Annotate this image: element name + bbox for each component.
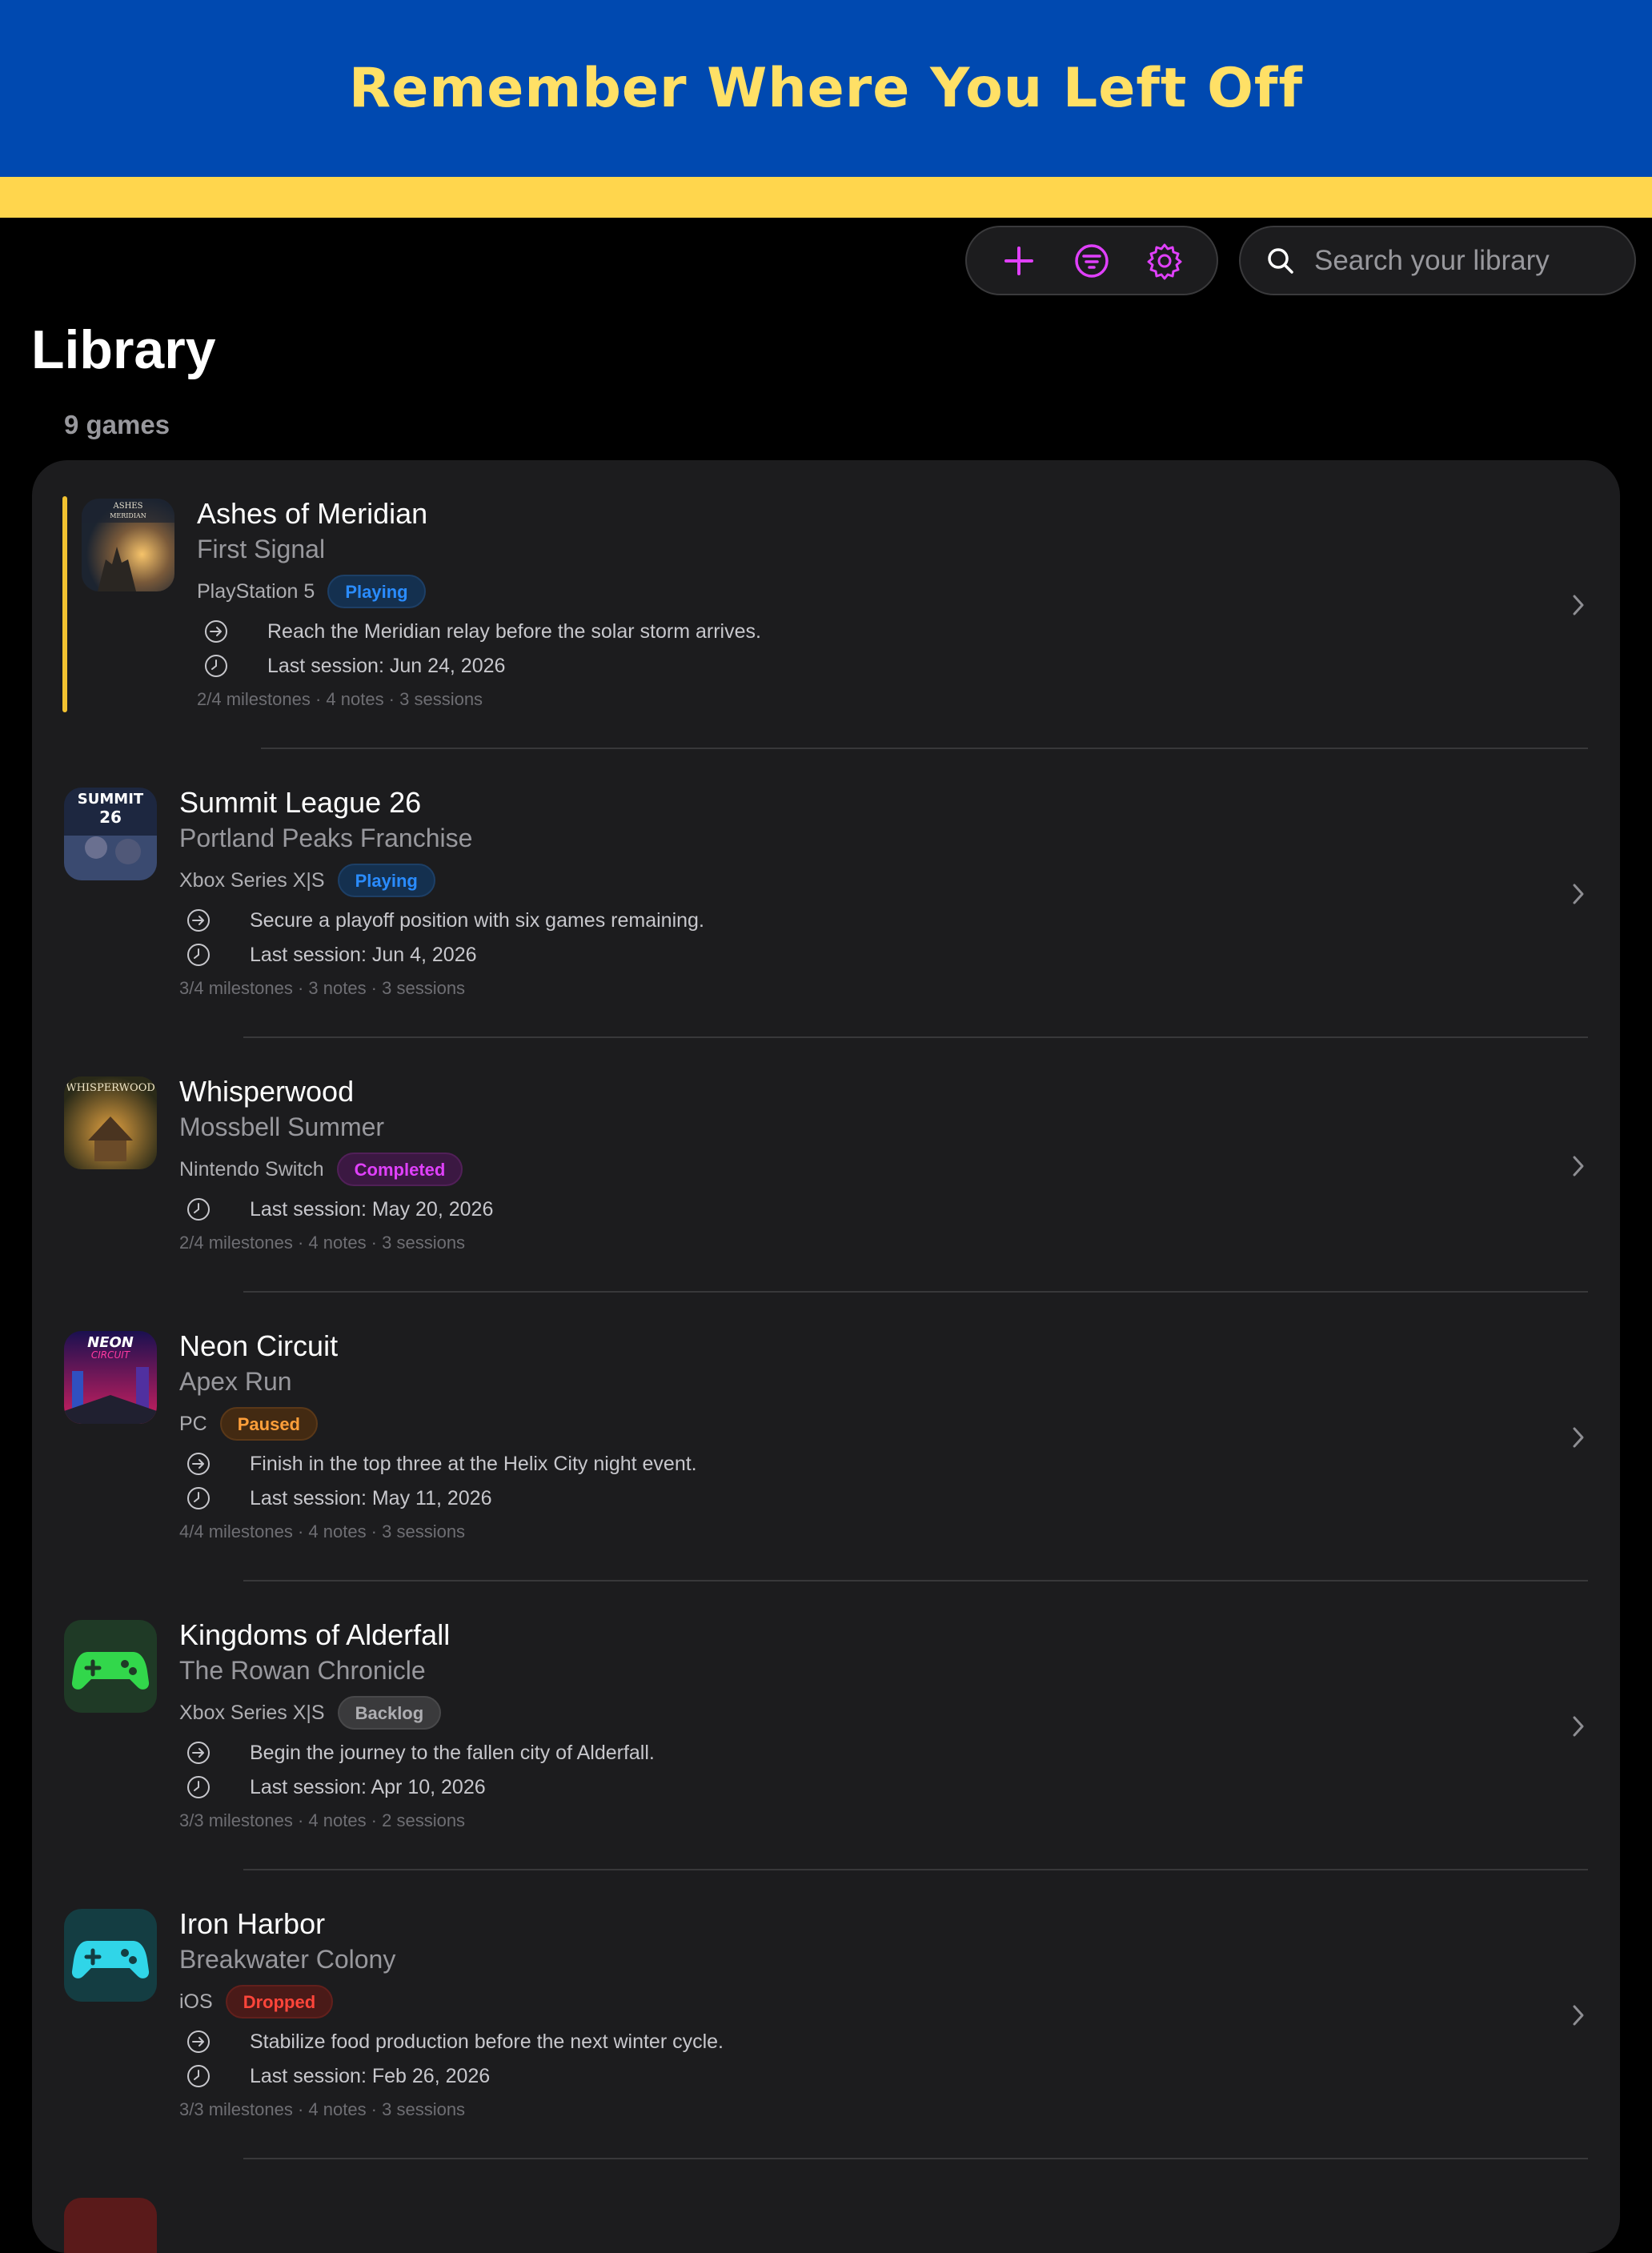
- svg-text:26: 26: [99, 808, 122, 827]
- status-badge: Paused: [219, 1407, 318, 1441]
- game-list: ASHES MERIDIAN Ashes of Meridian First Si…: [32, 460, 1620, 2253]
- settings-button[interactable]: [1137, 233, 1193, 289]
- search-bar[interactable]: [1239, 226, 1636, 295]
- current-game-indicator: [62, 496, 67, 712]
- progress-stats: 4/4 milestones · 4 notes · 3 sessions: [179, 1521, 466, 1541]
- game-subtitle: First Signal: [197, 535, 326, 563]
- svg-text:NEON: NEON: [87, 1334, 134, 1351]
- objective-arrow-icon: [187, 1742, 210, 1764]
- platform-label: iOS: [179, 1990, 213, 2013]
- status-badge: Completed: [336, 1153, 463, 1186]
- progress-stats: 3/3 milestones · 4 notes · 2 sessions: [179, 1810, 466, 1830]
- progress-stats: 2/4 milestones · 4 notes · 3 sessions: [197, 689, 483, 709]
- game-cover: [64, 1620, 157, 1713]
- promo-banner: Remember Where You Left Off: [0, 0, 1652, 177]
- status-badge: Playing: [337, 864, 435, 897]
- chevron-right-icon: [1573, 2005, 1584, 2026]
- current-objective: Finish in the top three at the Helix Cit…: [250, 1452, 697, 1475]
- game-subtitle: Portland Peaks Franchise: [179, 824, 473, 852]
- clock-icon: [187, 944, 210, 966]
- page-title: Library: [31, 319, 216, 380]
- add-game-button[interactable]: [991, 233, 1047, 289]
- last-session: Last session: Apr 10, 2026: [250, 1775, 486, 1798]
- clock-icon: [187, 1487, 210, 1509]
- last-session: Last session: Jun 24, 2026: [267, 654, 506, 677]
- game-title: Kingdoms of Alderfall: [179, 1618, 451, 1651]
- chevron-right-icon: [1573, 595, 1584, 615]
- clock-icon: [205, 655, 227, 677]
- progress-stats: 2/4 milestones · 4 notes · 3 sessions: [179, 1233, 466, 1253]
- last-session: Last session: Jun 4, 2026: [250, 943, 477, 966]
- toolbar: [965, 226, 1218, 295]
- game-subtitle: Mossbell Summer: [179, 1112, 385, 1141]
- platform-label: Xbox Series X|S: [179, 868, 325, 892]
- platform-label: PC: [179, 1412, 207, 1435]
- current-objective: Begin the journey to the fallen city of …: [250, 1741, 655, 1764]
- banner-title: Remember Where You Left Off: [348, 57, 1304, 120]
- game-cover: ASHES MERIDIAN: [82, 499, 174, 591]
- game-count: 9 games: [64, 410, 170, 439]
- progress-stats: 3/3 milestones · 4 notes · 3 sessions: [179, 2099, 466, 2119]
- game-title: Neon Circuit: [179, 1329, 339, 1362]
- svg-text:CIRCUIT: CIRCUIT: [91, 1349, 131, 1361]
- game-cover: NEON CIRCUIT: [64, 1331, 157, 1424]
- current-objective: Stabilize food production before the nex…: [250, 2030, 724, 2053]
- svg-text:ASHES: ASHES: [113, 502, 143, 511]
- gamepad-icon: [71, 1941, 150, 1978]
- svg-text:WHISPERWOOD: WHISPERWOOD: [66, 1082, 155, 1094]
- objective-arrow-icon: [187, 909, 210, 932]
- current-objective: Secure a playoff position with six games…: [250, 908, 704, 932]
- chevron-right-icon: [1573, 1716, 1584, 1737]
- status-badge: Playing: [327, 575, 426, 608]
- game-title: Summit League 26: [179, 786, 422, 819]
- game-title: Iron Harbor: [179, 1907, 326, 1940]
- last-session: Last session: May 11, 2026: [250, 1486, 492, 1509]
- list-item[interactable]: [32, 2159, 1620, 2253]
- chevron-right-icon: [1573, 884, 1584, 904]
- objective-arrow-icon: [205, 620, 227, 643]
- chevron-right-icon: [1573, 1156, 1584, 1177]
- gamepad-icon: [71, 1652, 150, 1690]
- progress-stats: 3/4 milestones · 3 notes · 3 sessions: [179, 978, 466, 998]
- game-title: Ashes of Meridian: [197, 497, 428, 530]
- list-item[interactable]: Iron Harbor Breakwater Colony iOS Droppe…: [32, 1870, 1620, 2159]
- clock-icon: [187, 2065, 210, 2087]
- last-session: Last session: Feb 26, 2026: [250, 2064, 491, 2087]
- game-cover: SUMMIT 26: [64, 788, 157, 880]
- filter-button[interactable]: [1064, 233, 1120, 289]
- current-objective: Reach the Meridian relay before the sola…: [267, 619, 761, 643]
- objective-arrow-icon: [187, 2031, 210, 2053]
- svg-text:SUMMIT: SUMMIT: [78, 791, 144, 808]
- list-item[interactable]: WHISPERWOOD Whisperwood Mossbell Summer …: [32, 1038, 1620, 1293]
- game-title: Whisperwood: [179, 1075, 355, 1108]
- game-cover: WHISPERWOOD: [64, 1076, 157, 1169]
- platform-label: Xbox Series X|S: [179, 1701, 325, 1724]
- search-input[interactable]: [1313, 243, 1628, 278]
- gear-icon: [1147, 243, 1182, 279]
- game-cover: [64, 1909, 157, 2002]
- svg-text:MERIDIAN: MERIDIAN: [110, 512, 146, 519]
- search-icon: [1268, 247, 1293, 274]
- list-item[interactable]: SUMMIT 26 Summit League 26 Portland Peaks…: [32, 749, 1620, 1038]
- game-subtitle: Apex Run: [179, 1367, 292, 1396]
- clock-icon: [187, 1776, 210, 1798]
- status-badge: Dropped: [225, 1985, 334, 2018]
- objective-arrow-icon: [187, 1453, 210, 1475]
- filter-icon: [1075, 243, 1109, 278]
- platform-label: Nintendo Switch: [179, 1157, 324, 1181]
- game-subtitle: Breakwater Colony: [179, 1945, 396, 1974]
- status-badge: Backlog: [337, 1696, 442, 1730]
- platform-label: PlayStation 5: [197, 579, 315, 603]
- plus-icon: [1004, 246, 1034, 275]
- list-item[interactable]: Kingdoms of Alderfall The Rowan Chronicl…: [32, 1582, 1620, 1870]
- chevron-right-icon: [1573, 1427, 1584, 1448]
- game-cover: [64, 2198, 157, 2253]
- clock-icon: [187, 1198, 210, 1221]
- list-item[interactable]: NEON CIRCUIT Neon Circuit Apex Run PC Pau…: [32, 1293, 1620, 1582]
- game-subtitle: The Rowan Chronicle: [179, 1656, 426, 1685]
- list-item[interactable]: ASHES MERIDIAN Ashes of Meridian First Si…: [32, 460, 1620, 749]
- banner-stripe: [0, 177, 1652, 218]
- last-session: Last session: May 20, 2026: [250, 1197, 494, 1221]
